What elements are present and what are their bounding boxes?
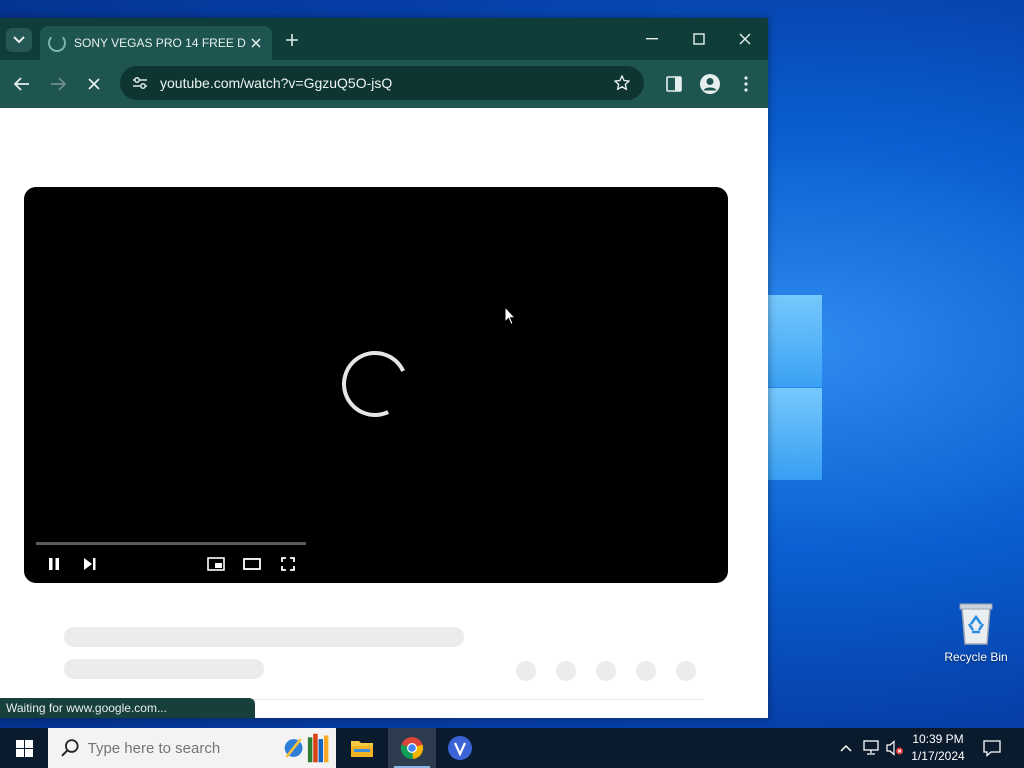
star-icon (614, 75, 630, 91)
forward-arrow-icon (51, 77, 66, 91)
maximize-icon (693, 33, 705, 45)
start-button[interactable] (0, 728, 48, 768)
channel-placeholder (64, 659, 264, 679)
windows-start-icon (15, 739, 33, 757)
fullscreen-icon (281, 557, 295, 571)
video-player[interactable] (24, 187, 728, 583)
volume-muted-icon (886, 740, 903, 756)
search-icon (61, 739, 79, 757)
loading-spinner-icon (48, 34, 66, 52)
close-icon (739, 33, 751, 45)
v-app-icon (448, 736, 472, 760)
more-menu-icon (744, 76, 748, 92)
taskbar: 10:39 PM 1/17/2024 (0, 728, 1024, 768)
pause-button[interactable] (42, 553, 66, 575)
windows-wallpaper-logo (768, 290, 824, 480)
pause-icon (49, 558, 59, 570)
active-tab[interactable]: SONY VEGAS PRO 14 FREE DOWNLOAD (40, 26, 272, 60)
title-placeholder (64, 627, 464, 647)
new-tab-button[interactable] (282, 28, 302, 52)
recycle-bin-shortcut[interactable]: Recycle Bin (940, 600, 1012, 664)
loading-spinner-icon (332, 341, 418, 427)
close-icon (251, 37, 261, 48)
video-progress-bar[interactable] (36, 542, 306, 545)
file-explorer-icon (351, 741, 373, 757)
url-text: youtube.com/watch?v=GgzuQ5O-jsQ (160, 75, 393, 91)
action-placeholder (596, 661, 616, 681)
network-icon (863, 740, 879, 755)
clock-time: 10:39 PM (912, 732, 964, 746)
browser-toolbar: youtube.com/watch?v=GgzuQ5O-jsQ (0, 60, 768, 108)
site-settings-button[interactable] (132, 76, 152, 90)
mouse-cursor-icon (504, 306, 516, 326)
chrome-taskbar-button[interactable] (388, 728, 436, 768)
tab-title: SONY VEGAS PRO 14 FREE DOWNLOAD (74, 36, 246, 50)
action-center-button[interactable] (980, 728, 1004, 768)
theater-mode-icon (243, 558, 261, 570)
file-explorer-button[interactable] (338, 728, 386, 768)
stop-loading-icon (88, 78, 100, 90)
miniplayer-button[interactable] (204, 553, 228, 575)
action-placeholder (556, 661, 576, 681)
chrome-window: SONY VEGAS PRO 14 FREE DOWNLOAD (0, 18, 768, 718)
stop-loading-button[interactable] (82, 72, 106, 96)
search-input[interactable] (85, 738, 270, 758)
side-panel-icon (666, 76, 682, 92)
minimize-icon (646, 38, 658, 40)
profile-icon (700, 74, 720, 94)
side-panel-button[interactable] (662, 72, 686, 96)
chevron-down-icon (13, 36, 25, 44)
chevron-up-icon (840, 744, 852, 752)
more-menu-button[interactable] (734, 72, 758, 96)
system-clock[interactable]: 10:39 PM 1/17/2024 (904, 731, 972, 765)
site-settings-icon (133, 77, 147, 89)
taskbar-search[interactable] (48, 728, 336, 768)
next-icon (84, 558, 96, 570)
search-highlight-icon (284, 733, 328, 763)
web-page (0, 108, 768, 718)
address-bar[interactable]: youtube.com/watch?v=GgzuQ5O-jsQ (120, 66, 644, 100)
action-placeholder (676, 661, 696, 681)
show-hidden-icons-button[interactable] (836, 728, 856, 768)
bookmark-button[interactable] (610, 74, 634, 92)
maximize-button[interactable] (685, 28, 713, 50)
minimize-button[interactable] (638, 28, 666, 50)
close-window-button[interactable] (731, 28, 759, 50)
close-tab-button[interactable] (246, 35, 266, 52)
title-bar: SONY VEGAS PRO 14 FREE DOWNLOAD (0, 18, 768, 60)
clock-date: 1/17/2024 (911, 749, 965, 763)
notification-icon (983, 740, 1001, 757)
forward-button[interactable] (46, 72, 70, 96)
action-placeholder (636, 661, 656, 681)
chrome-icon (400, 737, 424, 760)
theater-mode-button[interactable] (240, 553, 264, 575)
profile-button[interactable] (698, 72, 722, 96)
next-button[interactable] (78, 553, 102, 575)
miniplayer-icon (207, 557, 225, 571)
back-arrow-icon (14, 77, 29, 91)
back-button[interactable] (10, 72, 34, 96)
recycle-bin-icon (959, 603, 993, 645)
recycle-bin-label: Recycle Bin (944, 650, 1008, 664)
action-placeholder (516, 661, 536, 681)
fullscreen-button[interactable] (276, 553, 300, 575)
volume-button[interactable] (884, 728, 906, 768)
status-bubble: Waiting for www.google.com... (0, 698, 255, 718)
network-button[interactable] (860, 728, 882, 768)
tab-search-button[interactable] (6, 28, 32, 52)
v-app-button[interactable] (436, 728, 484, 768)
plus-icon (286, 34, 298, 46)
